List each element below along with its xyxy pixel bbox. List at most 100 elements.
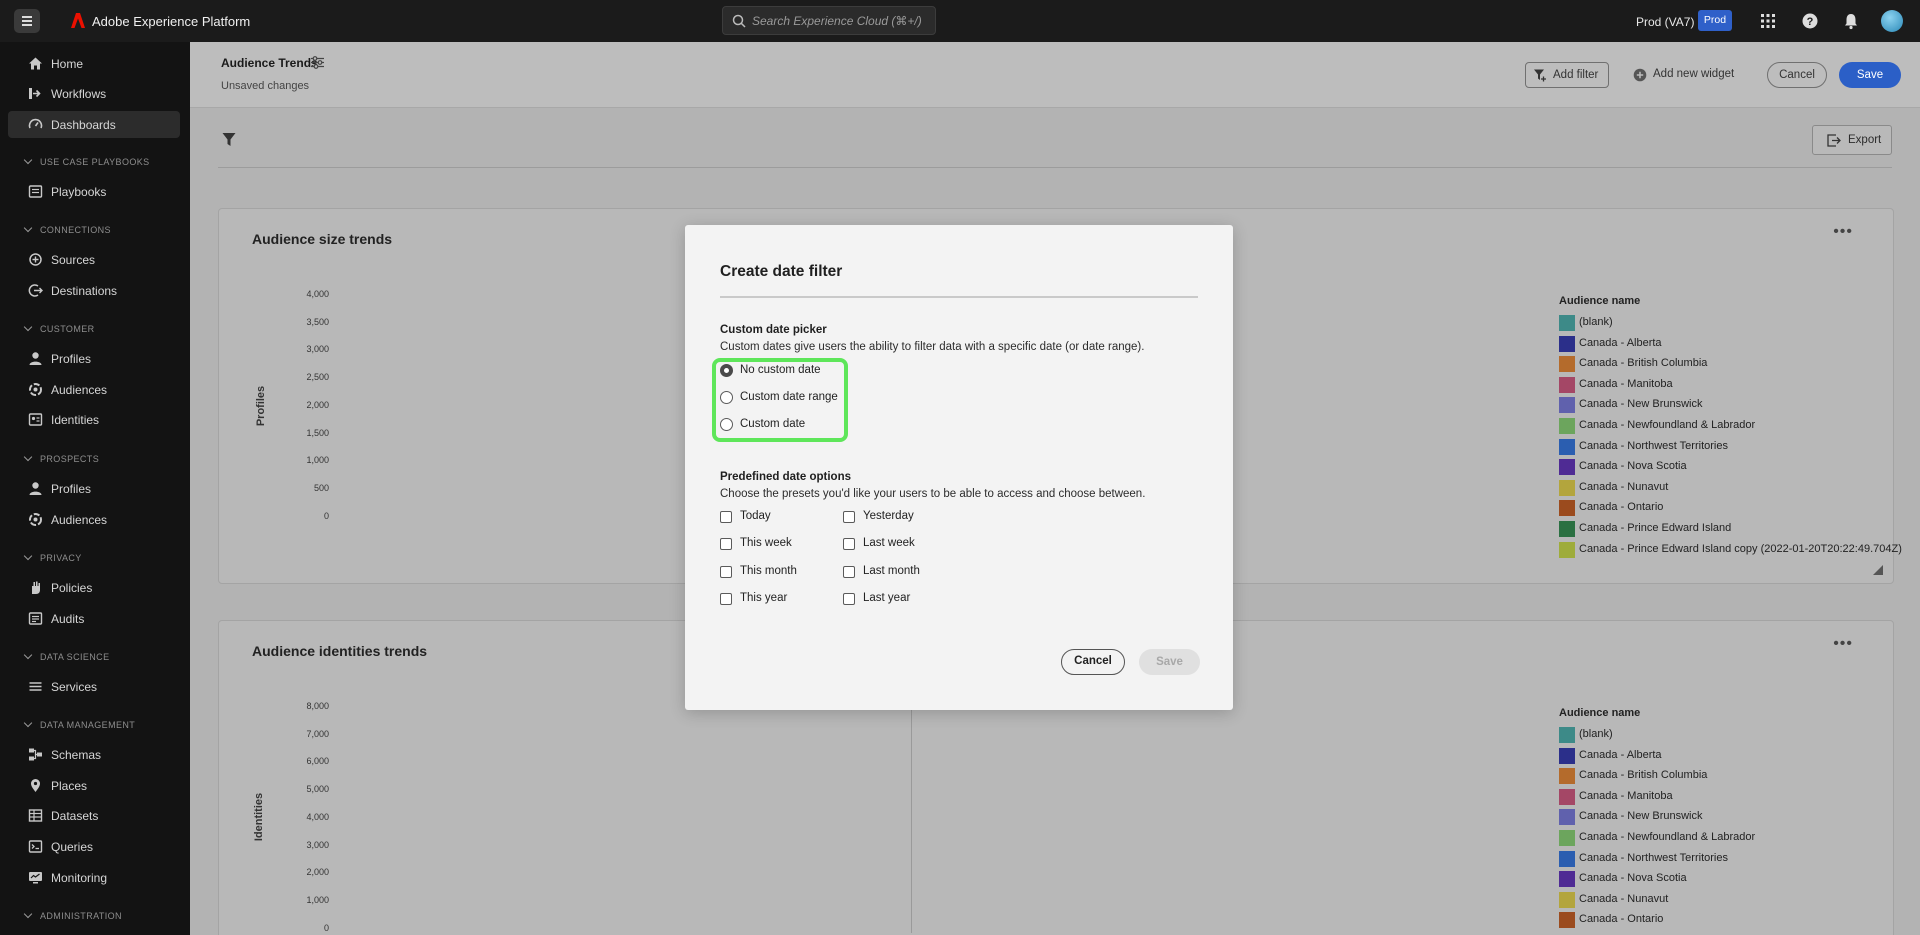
sidebar-item-label: Policies <box>51 581 93 595</box>
legend-item[interactable]: Canada - Northwest Territories <box>1559 437 1728 458</box>
legend-item[interactable]: Canada - British Columbia <box>1559 354 1707 375</box>
legend-item[interactable]: Canada - Manitoba <box>1559 787 1673 808</box>
legend-item[interactable]: Canada - Ontario <box>1559 498 1663 519</box>
sidebar-item-monitoring[interactable]: Monitoring <box>8 864 180 891</box>
y-tick: 4,000 <box>306 812 329 822</box>
sidebar-item-profiles[interactable]: Profiles <box>8 345 180 372</box>
sidebar-item-label: Datasets <box>51 809 99 823</box>
section-label: PRIVACY <box>40 553 82 563</box>
sidebar-item-destinations[interactable]: Destinations <box>8 277 180 304</box>
section-label: DATA MANAGEMENT <box>40 720 136 730</box>
legend-item[interactable]: Canada - Alberta <box>1559 334 1662 355</box>
legend-swatch <box>1559 397 1575 414</box>
menu-icon[interactable] <box>14 9 40 33</box>
legend-swatch <box>1559 850 1575 867</box>
sidebar-item-label: Home <box>51 57 84 71</box>
more-options-icon[interactable]: ••• <box>1833 635 1853 653</box>
section-privacy[interactable]: PRIVACY <box>23 551 82 563</box>
legend-item[interactable]: Canada - British Columbia <box>1559 766 1707 787</box>
dialog-save-button[interactable]: Save <box>1139 649 1200 675</box>
chevron-down-icon <box>23 551 33 561</box>
sidebar-item-label: Workflows <box>51 87 107 101</box>
svg-text:?: ? <box>1807 16 1814 28</box>
legend-label: Canada - British Columbia <box>1579 357 1708 370</box>
legend-item[interactable]: Canada - Nunavut <box>1559 890 1668 911</box>
legend-item[interactable]: Canada - Northwest Territories <box>1559 849 1728 870</box>
sidebar-item-prospect-audiences[interactable]: Audiences <box>8 506 180 533</box>
legend-item[interactable]: (blank) <box>1559 725 1640 746</box>
legend-item[interactable]: Canada - Nova Scotia <box>1559 869 1687 890</box>
legend-item[interactable]: Canada - Nova Scotia <box>1559 457 1687 478</box>
section-data-science[interactable]: DATA SCIENCE <box>23 650 109 662</box>
hand-icon <box>32 581 40 594</box>
filter-icon[interactable] <box>222 132 236 147</box>
section-customer[interactable]: CUSTOMER <box>23 322 95 334</box>
legend-item[interactable]: Canada - Ontario <box>1559 910 1663 931</box>
section-use-case-playbooks[interactable]: USE CASE PLAYBOOKS <box>23 155 150 167</box>
legend-item[interactable]: Canada - Newfoundland & Labrador <box>1559 828 1755 849</box>
sandbox-badge[interactable]: Prod <box>1698 10 1732 31</box>
export-button[interactable]: Export <box>1812 125 1892 155</box>
dialog-cancel-button[interactable]: Cancel <box>1061 649 1125 675</box>
add-new-widget-button[interactable]: Add new widget <box>1630 62 1745 88</box>
sidebar-item-dashboards[interactable]: Dashboards <box>8 111 180 138</box>
sidebar-item-queries[interactable]: Queries <box>8 833 180 860</box>
legend-item[interactable]: Canada - Newfoundland & Labrador <box>1559 416 1755 437</box>
add-circle-icon <box>1633 68 1647 82</box>
legend-label: Canada - Northwest Territories <box>1579 851 1728 864</box>
sidebar-item-datasets[interactable]: Datasets <box>8 802 180 829</box>
sidebar-item-places[interactable]: Places <box>8 772 180 799</box>
sidebar-item-audits[interactable]: Audits <box>8 605 180 632</box>
legend-item[interactable]: Canada - New Brunswick <box>1559 807 1703 828</box>
page-title: Audience Trends <box>221 56 318 70</box>
y-tick: 3,000 <box>306 344 329 354</box>
search-input[interactable]: Search Experience Cloud (⌘+/) <box>722 6 936 35</box>
sidebar-item-playbooks[interactable]: Playbooks <box>8 178 180 205</box>
org-switcher[interactable]: Prod (VA7) <box>1636 15 1694 29</box>
legend-item[interactable]: Canada - Nunavut <box>1559 478 1668 499</box>
sidebar-item-prospect-profiles[interactable]: Profiles <box>8 475 180 502</box>
header-save-button[interactable]: Save <box>1839 62 1901 88</box>
sidebar-item-home[interactable]: Home <box>8 50 180 77</box>
sidebar-item-schemas[interactable]: Schemas <box>8 741 180 768</box>
y-tick: 2,000 <box>306 867 329 877</box>
section-data-management[interactable]: DATA MANAGEMENT <box>23 718 136 730</box>
legend-label: Canada - Prince Edward Island copy (2022… <box>1579 542 1902 555</box>
legend-label: Canada - Nunavut <box>1579 480 1669 493</box>
workflow-icon <box>29 88 41 99</box>
more-options-icon[interactable]: ••• <box>1833 223 1853 241</box>
add-filter-button[interactable]: Add filter <box>1525 62 1609 88</box>
legend-item[interactable]: (blank) <box>1559 313 1640 334</box>
legend-item[interactable]: Canada - New Brunswick <box>1559 395 1703 416</box>
legend-item[interactable]: Canada - Prince Edward Island copy (2022… <box>1559 540 1902 561</box>
legend-label: (blank) <box>1579 316 1613 328</box>
legend-item[interactable]: Canada - Manitoba <box>1559 375 1673 396</box>
search-placeholder: Search Experience Cloud (⌘+/) <box>752 14 922 28</box>
monitor-icon <box>29 872 42 884</box>
legend-swatch <box>1559 438 1575 455</box>
section-prospects[interactable]: PROSPECTS <box>23 452 99 464</box>
resize-handle-icon[interactable] <box>1873 565 1883 575</box>
bell-icon[interactable] <box>1842 12 1860 30</box>
sidebar-item-identities[interactable]: Identities <box>8 406 180 433</box>
help-icon[interactable]: ? <box>1801 12 1819 30</box>
legend-item[interactable]: Canada - Alberta <box>1559 746 1662 767</box>
settings-sliders-icon[interactable] <box>310 55 325 70</box>
legend-swatch <box>1559 376 1575 393</box>
section-administration[interactable]: ADMINISTRATION <box>23 909 122 921</box>
legend-label: Canada - Nunavut <box>1579 892 1669 905</box>
services-icon <box>29 682 42 691</box>
sidebar-item-audiences[interactable]: Audiences <box>8 376 180 403</box>
sidebar-item-sources[interactable]: Sources <box>8 246 180 273</box>
legend-swatch <box>1559 829 1575 846</box>
sidebar-item-services[interactable]: Services <box>8 673 180 700</box>
section-connections[interactable]: CONNECTIONS <box>23 223 111 235</box>
legend-item[interactable]: Canada - Prince Edward Island <box>1559 519 1731 540</box>
sidebar-item-workflows[interactable]: Workflows <box>8 80 180 107</box>
legend-swatch <box>1559 871 1575 888</box>
header-cancel-button[interactable]: Cancel <box>1767 62 1827 88</box>
section-label: ADMINISTRATION <box>40 911 122 921</box>
user-avatar[interactable] <box>1881 10 1903 32</box>
apps-grid-icon[interactable] <box>1759 12 1777 30</box>
sidebar-item-policies[interactable]: Policies <box>8 574 180 601</box>
